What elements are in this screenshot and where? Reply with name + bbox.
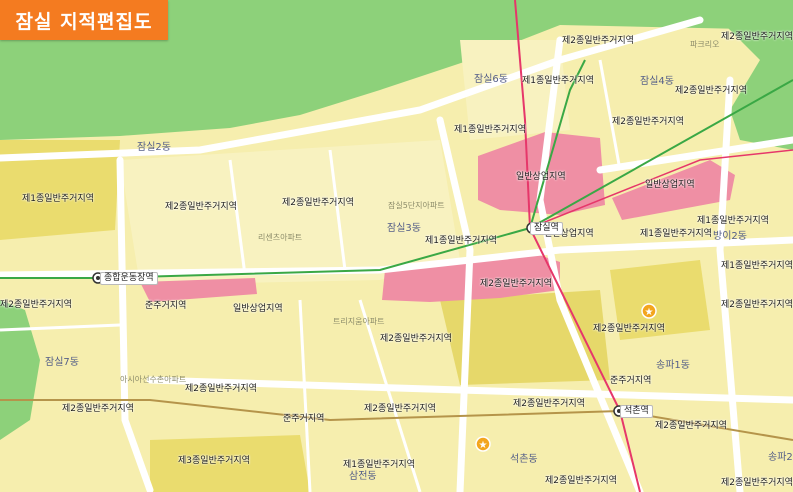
zoning-label: 제1종일반주거지역 [454,125,526,135]
zoning-label: 제1종일반주거지역 [522,76,594,86]
zoning-label: 제2종일반주거지역 [675,86,747,96]
zoning-label: 제2종일반주거지역 [721,32,793,42]
zoning-label: 일반상업지역 [233,304,283,314]
place-label: 파크리오 [690,40,720,49]
dong-label: 송파2 [768,452,793,463]
zoning-label: 제1종일반주거지역 [697,216,769,226]
zoning-label: 제2종일반주거지역 [513,399,585,409]
station-label[interactable]: 잠실역 [530,222,563,235]
place-label: 리센츠아파트 [258,233,303,242]
star-icon: ★ [641,303,657,319]
zoning-label: 제2종일반주거지역 [364,404,436,414]
zoning-label: 제2종일반주거지역 [655,421,727,431]
zoning-label: 준주거지역 [610,376,652,386]
zoning-label: 제2종일반주거지역 [282,198,354,208]
zoning-label: 제1종일반주거지역 [425,236,497,246]
map-title: 잠실 지적편집도 [0,0,168,40]
zoning-label: 일반상업지역 [645,180,695,190]
zoning-label: 제2종일반주거지역 [185,384,257,394]
dong-label: 잠실4동 [640,76,674,87]
place-label: 아시아선수촌아파트 [120,375,187,384]
dong-label: 잠실3동 [387,223,421,234]
dong-label: 석촌동 [510,454,538,465]
zoning-label: 제2종일반주거지역 [721,478,793,488]
zoning-label: 제2종일반주거지역 [612,117,684,127]
zoning-label: 일반상업지역 [516,172,566,182]
zoning-map[interactable]: ★ ★ 제2종일반주거지역 제2종일반주거지역 제1종일반주거지역 제2종일반주거지역… [0,0,793,492]
zoning-label: 제1종일반주거지역 [640,229,712,239]
place-label: 잠실5단지아파트 [388,201,445,210]
dong-label: 잠실7동 [45,357,79,368]
zoning-label: 제2종일반주거지역 [562,36,634,46]
place-label: 트리지움아파트 [333,317,385,326]
station-label[interactable]: 종합운동장역 [100,272,158,285]
zoning-label: 제2종일반주거지역 [593,324,665,334]
zoning-label: 준주거지역 [283,414,325,424]
star-icon: ★ [475,436,491,452]
zoning-label: 제2종일반주거지역 [545,476,617,486]
zoning-label: 제1종일반주거지역 [343,460,415,470]
dong-label: 삼전동 [349,471,377,482]
zoning-label: 준주거지역 [145,301,187,311]
zoning-label: 제2종일반주거지역 [0,300,72,310]
zoning-label: 제1종일반주거지역 [721,261,793,271]
station-label[interactable]: 석촌역 [620,405,653,418]
zoning-label: 제1종일반주거지역 [22,194,94,204]
dong-label: 송파1동 [656,360,690,371]
map-canvas: ★ ★ [0,0,793,492]
zoning-label: 제2종일반주거지역 [380,334,452,344]
zoning-label: 제2종일반주거지역 [165,202,237,212]
dong-label: 잠실6동 [474,74,508,85]
svg-text:★: ★ [645,307,654,318]
zoning-label: 제2종일반주거지역 [480,279,552,289]
zoning-label: 제2종일반주거지역 [62,404,134,414]
zoning-label: 제3종일반주거지역 [178,456,250,466]
svg-text:★: ★ [479,440,488,451]
dong-label: 잠실2동 [137,142,171,153]
dong-label: 방이2동 [713,231,747,242]
zoning-label: 제2종일반주거지역 [721,300,793,310]
